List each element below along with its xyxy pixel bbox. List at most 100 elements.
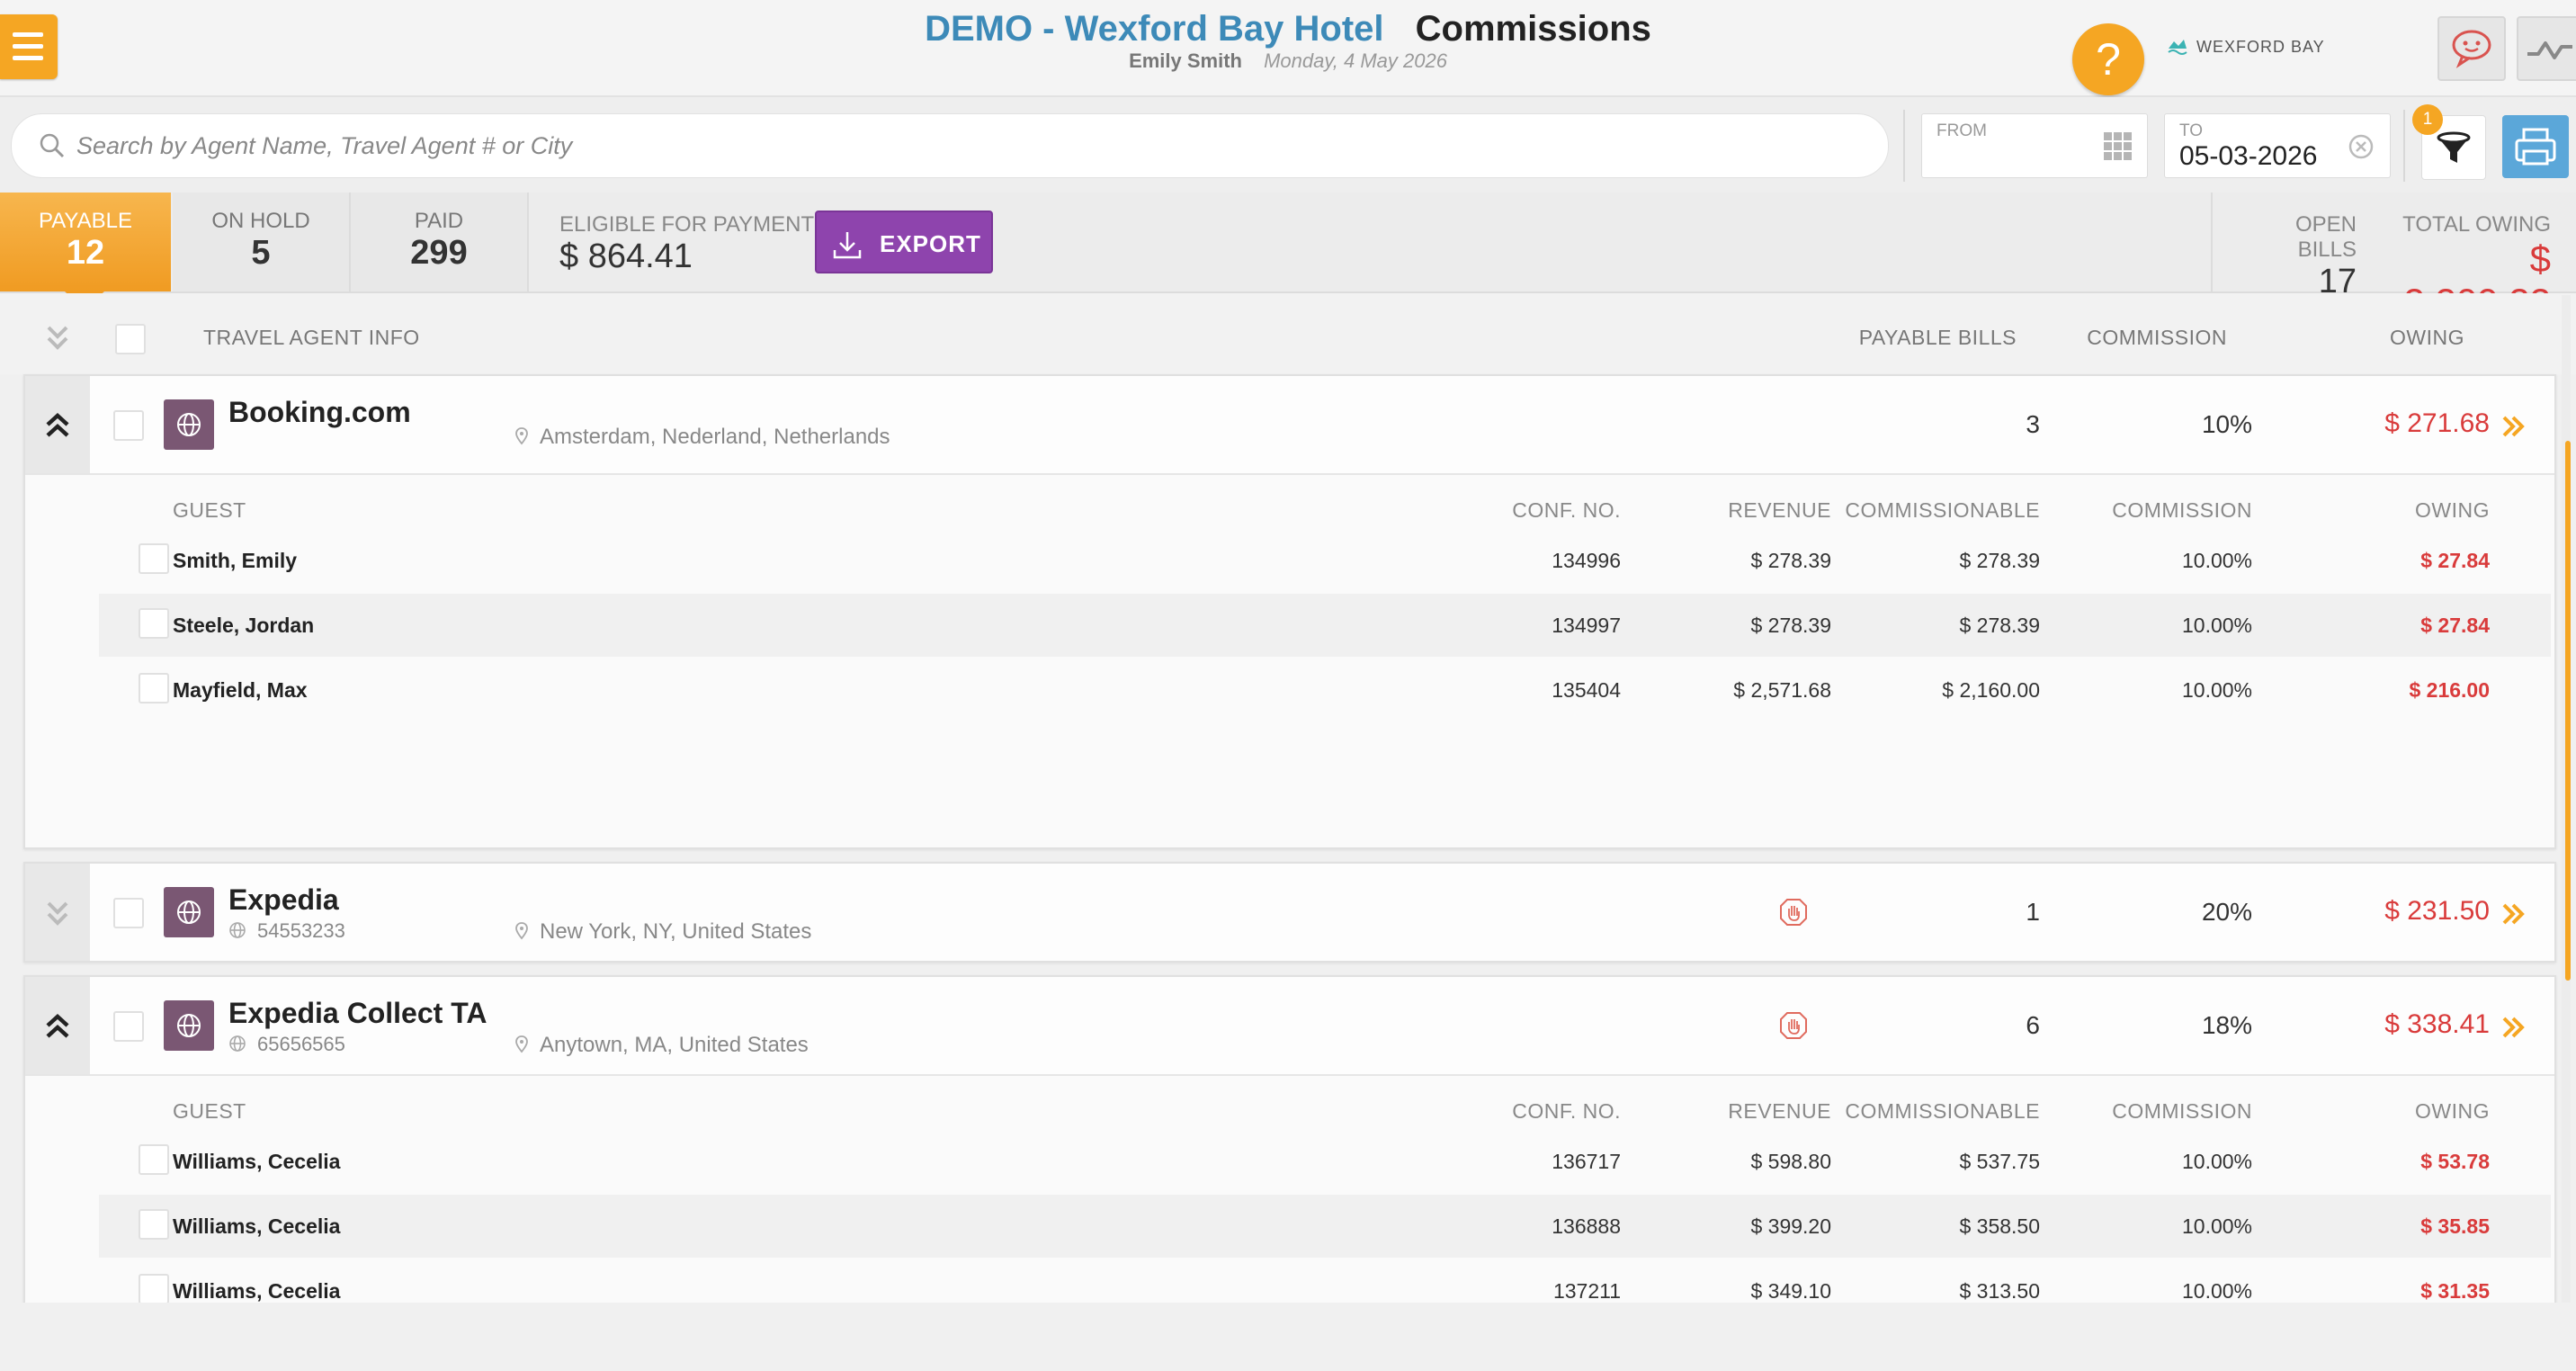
help-button[interactable]: ? <box>2072 23 2144 95</box>
download-icon <box>833 232 862 259</box>
bill-commissionable: $ 313.50 <box>1959 1279 2040 1303</box>
agent-owing: $ 231.50 <box>2384 896 2490 926</box>
globe-icon <box>229 922 246 938</box>
bill-owing: $ 31.35 <box>2420 1279 2490 1303</box>
agent-payable-bills: 6 <box>2026 1011 2040 1039</box>
double-chevron-right-icon[interactable] <box>2500 1015 2526 1040</box>
agent-checkbox[interactable] <box>113 410 144 441</box>
bill-row[interactable]: Steele, Jordan 134997 $ 278.39 $ 278.39 … <box>99 594 2551 657</box>
viewport-bottom <box>0 1303 2576 1371</box>
print-button[interactable] <box>2502 115 2569 178</box>
agent-row[interactable]: Expedia 54553233 New York, NY, United St… <box>25 864 2554 961</box>
calendar-icon[interactable] <box>2102 130 2134 163</box>
bill-revenue: $ 598.80 <box>1750 1150 1831 1173</box>
agent-row[interactable]: Booking.com Amsterdam, Nederland, Nether… <box>25 376 2554 475</box>
chat-button[interactable] <box>2437 16 2506 81</box>
double-chevron-down-icon[interactable] <box>43 320 72 353</box>
bill-conf: 136717 <box>1552 1150 1621 1173</box>
agent-number: 54553233 <box>228 919 345 943</box>
agent-commission: 20% <box>2201 898 2252 926</box>
bill-guest: Williams, Cecelia <box>173 1150 341 1173</box>
bill-checkbox[interactable] <box>139 673 169 703</box>
collapse-toggle[interactable] <box>25 977 90 1074</box>
location-pin-icon <box>515 427 528 445</box>
agent-location: Amsterdam, Nederland, Netherlands <box>514 425 890 450</box>
globe-icon <box>177 413 201 436</box>
search-input[interactable] <box>75 123 1859 168</box>
bill-owing: $ 27.84 <box>2420 614 2490 637</box>
col-owing: OWING <box>2390 326 2464 349</box>
eligible-amount: $ 864.41 <box>559 237 693 275</box>
tab-on-hold[interactable]: ON HOLD 5 <box>173 193 351 291</box>
bill-row[interactable]: Williams, Cecelia 136888 $ 399.20 $ 358.… <box>99 1195 2551 1258</box>
print-icon <box>2515 128 2556 166</box>
bill-checkbox[interactable] <box>139 1144 169 1175</box>
agent-checkbox[interactable] <box>113 898 144 928</box>
bill-commissionable: $ 537.75 <box>1959 1150 2040 1173</box>
bill-revenue: $ 278.39 <box>1750 549 1831 572</box>
bill-checkbox[interactable] <box>139 1274 169 1304</box>
filter-count-badge: 1 <box>2412 104 2443 135</box>
bill-checkbox[interactable] <box>139 608 169 639</box>
summary-bar: PAYABLE 12 ON HOLD 5 PAID 299 ELIGIBLE F… <box>0 193 2576 323</box>
bill-revenue: $ 2,571.68 <box>1733 678 1831 702</box>
double-chevron-up-icon <box>46 1013 69 1038</box>
detail-col-conf: CONF. NO. <box>1512 1099 1621 1123</box>
detail-col-guest: GUEST <box>173 1099 246 1123</box>
agent-type-badge <box>164 887 214 937</box>
hand-stop-icon[interactable] <box>1777 1009 1810 1042</box>
eligible-label: ELIGIBLE FOR PAYMENT <box>559 212 815 237</box>
tab-paid[interactable]: PAID 299 <box>351 193 529 291</box>
bill-conf: 136888 <box>1552 1214 1621 1238</box>
hand-stop-icon[interactable] <box>1777 896 1810 928</box>
page-title: Commissions <box>1415 9 1651 49</box>
agent-checkbox[interactable] <box>113 1011 144 1042</box>
double-chevron-right-icon[interactable] <box>2500 414 2526 439</box>
agent-name: Booking.com <box>228 396 411 428</box>
bill-row[interactable]: Williams, Cecelia 136717 $ 598.80 $ 537.… <box>99 1130 2551 1193</box>
bill-revenue: $ 349.10 <box>1750 1279 1831 1303</box>
bill-conf: 135404 <box>1552 678 1621 702</box>
agent-type-badge <box>164 1000 214 1051</box>
double-chevron-down-icon <box>47 901 68 926</box>
detail-col-revenue: REVENUE <box>1728 498 1831 522</box>
on-hold-label: ON HOLD <box>211 209 310 233</box>
paid-count: 299 <box>410 234 468 272</box>
export-label: EXPORT <box>880 230 981 257</box>
payable-label: PAYABLE <box>38 209 133 233</box>
select-all-checkbox[interactable] <box>115 324 146 354</box>
export-button[interactable]: EXPORT <box>815 211 993 273</box>
brand-logo: WEXFORD BAY <box>2166 36 2325 59</box>
tab-payable[interactable]: PAYABLE 12 <box>0 193 171 291</box>
expand-toggle[interactable] <box>25 864 90 961</box>
to-date-field[interactable]: TO 05-03-2026 <box>2164 113 2391 178</box>
eligible-for-payment: ELIGIBLE FOR PAYMENT $ 864.41 <box>559 212 814 276</box>
agent-owing: $ 338.41 <box>2384 1009 2490 1039</box>
bill-owing: $ 35.85 <box>2420 1214 2490 1238</box>
agent-payable-bills: 1 <box>2026 898 2040 926</box>
scrollbar-thumb[interactable] <box>2565 441 2571 981</box>
divider <box>2211 193 2213 291</box>
clear-icon[interactable] <box>2348 134 2374 159</box>
bill-row[interactable]: Smith, Emily 134996 $ 278.39 $ 278.39 10… <box>99 529 2551 592</box>
table-header: TRAVEL AGENT INFO PAYABLE BILLS COMMISSI… <box>0 293 2576 374</box>
col-commission: COMMISSION <box>2087 326 2227 349</box>
col-payable-bills: PAYABLE BILLS <box>1858 326 2017 349</box>
agent-row[interactable]: Expedia Collect TA 65656565 Anytown, MA,… <box>25 977 2554 1076</box>
bill-row[interactable]: Mayfield, Max 135404 $ 2,571.68 $ 2,160.… <box>99 659 2551 721</box>
from-date-field[interactable]: FROM <box>1921 113 2148 178</box>
payable-count: 12 <box>66 234 105 272</box>
bill-checkbox[interactable] <box>139 543 169 574</box>
hotel-title: DEMO - Wexford Bay Hotel <box>925 9 1384 49</box>
double-chevron-right-icon[interactable] <box>2500 901 2526 927</box>
globe-icon <box>177 901 201 924</box>
bill-checkbox[interactable] <box>139 1209 169 1240</box>
bill-owing: $ 27.84 <box>2420 549 2490 572</box>
agent-card: Expedia Collect TA 65656565 Anytown, MA,… <box>23 975 2556 1321</box>
location-pin-icon <box>515 1035 528 1053</box>
collapse-toggle[interactable] <box>25 376 90 473</box>
activity-button[interactable] <box>2517 16 2576 81</box>
agent-card: Booking.com Amsterdam, Nederland, Nether… <box>23 374 2556 849</box>
bill-commissionable: $ 278.39 <box>1959 549 2040 572</box>
activity-icon <box>2527 41 2572 59</box>
